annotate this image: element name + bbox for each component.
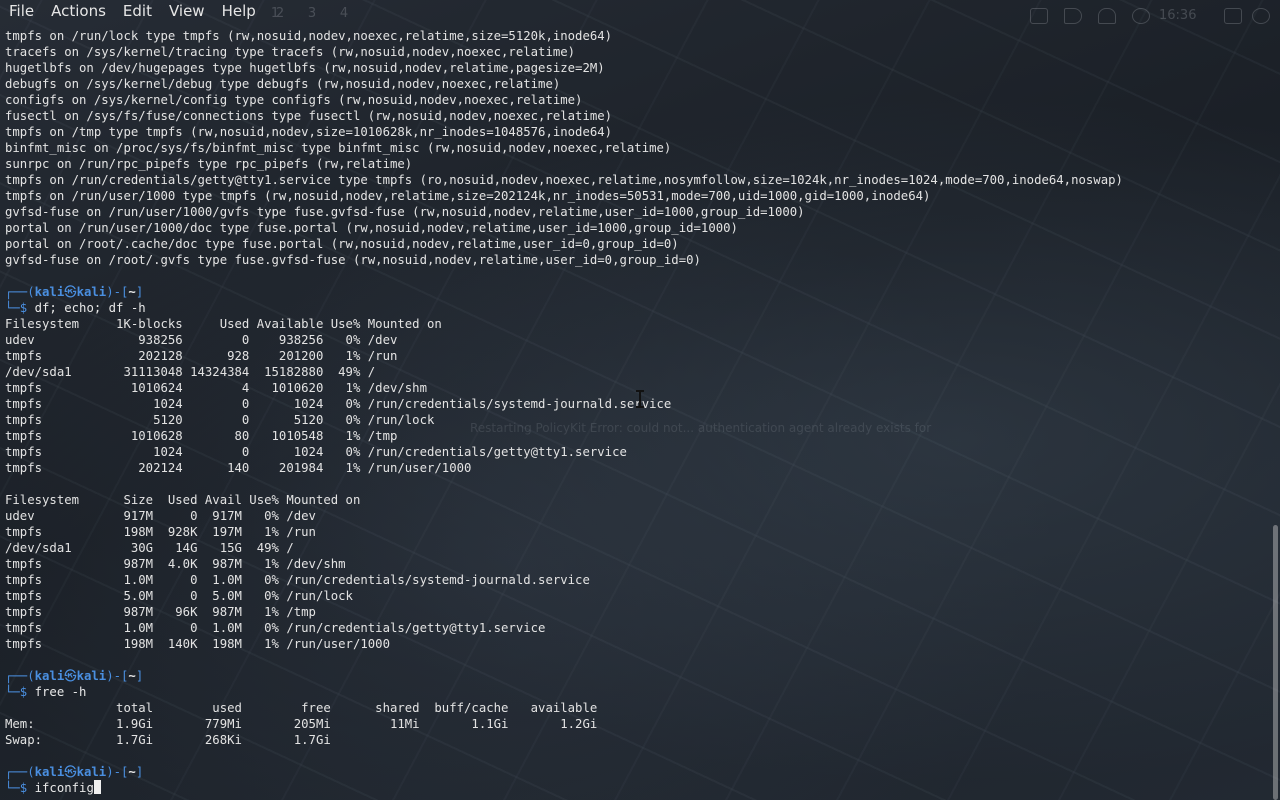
command-text: df; echo; df -h xyxy=(34,301,146,315)
text-cursor xyxy=(93,780,101,794)
df-output-line: tmpfs 198M 928K 197M 1% /run xyxy=(5,525,316,539)
mount-output-line: gvfsd-fuse on /root/.gvfs type fuse.gvfs… xyxy=(5,253,701,267)
prompt-dir: ~ xyxy=(128,285,136,299)
free-output-line: total used free shared buff/cache availa… xyxy=(5,701,598,715)
df-output-line: tmpfs 987M 4.0K 987M 1% /dev/shm xyxy=(5,557,346,571)
df-output-line: tmpfs 202128 928 201200 1% /run xyxy=(5,349,398,363)
prompt-header: ┌──(kali㉿kali)-[~] xyxy=(5,285,144,299)
df-output-line: tmpfs 1024 0 1024 0% /run/credentials/ge… xyxy=(5,445,627,459)
df-output-line: tmpfs 1.0M 0 1.0M 0% /run/credentials/sy… xyxy=(5,573,590,587)
prompt-header: ┌──(kali㉿kali)-[~] xyxy=(5,669,144,683)
prompt-header: ┌──(kali㉿kali)-[~] xyxy=(5,765,144,779)
free-output: total used free shared buff/cache availa… xyxy=(5,700,1268,748)
mount-output-line: tmpfs on /run/lock type tmpfs (rw,nosuid… xyxy=(5,29,613,43)
mount-output-line: hugetlbfs on /dev/hugepages type hugetlb… xyxy=(5,61,605,75)
menu-view[interactable]: View xyxy=(160,0,213,22)
mount-output: tmpfs on /run/lock type tmpfs (rw,nosuid… xyxy=(5,28,1268,268)
df-output-line xyxy=(5,476,1268,492)
df-output: Filesystem 1K-blocks Used Available Use%… xyxy=(5,316,1268,652)
free-output-line: Swap: 1.7Gi 268Ki 1.7Gi xyxy=(5,733,331,747)
df-output-line: tmpfs 5120 0 5120 0% /run/lock xyxy=(5,413,435,427)
menu-help[interactable]: Help xyxy=(213,0,264,22)
prompt-command-line: └─$ free -h xyxy=(5,685,87,699)
mount-output-line: fusectl on /sys/fs/fuse/connections type… xyxy=(5,109,613,123)
df-output-line: Filesystem Size Used Avail Use% Mounted … xyxy=(5,493,361,507)
terminal-scrollbar[interactable] xyxy=(1273,525,1278,800)
prompt-host: kali xyxy=(76,765,107,779)
df-output-line: udev 938256 0 938256 0% /dev xyxy=(5,333,398,347)
prompt-input-line[interactable]: └─$ ifconfig xyxy=(5,780,1268,796)
current-command-input[interactable]: ifconfig xyxy=(35,781,94,795)
mount-output-line: portal on /root/.cache/doc type fuse.por… xyxy=(5,237,679,251)
df-output-line: /dev/sda1 30G 14G 15G 49% / xyxy=(5,541,294,555)
mount-output-line: tmpfs on /tmp type tmpfs (rw,nosuid,node… xyxy=(5,125,613,139)
prompt-user: kali xyxy=(34,669,65,683)
df-output-line: Filesystem 1K-blocks Used Available Use%… xyxy=(5,317,442,331)
terminal-output[interactable]: tmpfs on /run/lock type tmpfs (rw,nosuid… xyxy=(5,28,1268,796)
df-output-line: udev 917M 0 917M 0% /dev xyxy=(5,509,316,523)
df-output-line: tmpfs 198M 140K 198M 1% /run/user/1000 xyxy=(5,637,390,651)
mount-output-line: tmpfs on /run/credentials/getty@tty1.ser… xyxy=(5,173,1123,187)
prompt-dir: ~ xyxy=(128,765,136,779)
df-output-line: tmpfs 202124 140 201984 1% /run/user/100… xyxy=(5,461,472,475)
df-output-line: tmpfs 1.0M 0 1.0M 0% /run/credentials/ge… xyxy=(5,621,546,635)
mount-output-line: portal on /run/user/1000/doc type fuse.p… xyxy=(5,221,738,235)
df-output-line: tmpfs 5.0M 0 5.0M 0% /run/lock xyxy=(5,589,353,603)
menu-file[interactable]: File xyxy=(0,0,42,22)
prompt-command-line: └─$ df; echo; df -h xyxy=(5,301,146,315)
mount-output-line: configfs on /sys/kernel/config type conf… xyxy=(5,93,583,107)
mount-output-line: sunrpc on /run/rpc_pipefs type rpc_pipef… xyxy=(5,157,413,171)
terminal-menubar: File Actions Edit View Help xyxy=(0,0,1280,22)
mount-output-line: gvfsd-fuse on /run/user/1000/gvfs type f… xyxy=(5,205,805,219)
mount-output-line: tracefs on /sys/kernel/tracing type trac… xyxy=(5,45,576,59)
mount-output-line: debugfs on /sys/kernel/debug type debugf… xyxy=(5,77,561,91)
command-text: free -h xyxy=(34,685,87,699)
mouse-ibeam-cursor-icon xyxy=(636,390,644,408)
mount-output-line: binfmt_misc on /proc/sys/fs/binfmt_misc … xyxy=(5,141,672,155)
free-output-line: Mem: 1.9Gi 779Mi 205Mi 11Mi 1.1Gi 1.2Gi xyxy=(5,717,598,731)
menu-actions[interactable]: Actions xyxy=(42,0,114,22)
prompt-host: kali xyxy=(76,285,107,299)
df-output-line: tmpfs 987M 96K 987M 1% /tmp xyxy=(5,605,316,619)
prompt-dir: ~ xyxy=(128,669,136,683)
mount-output-line: tmpfs on /run/user/1000 type tmpfs (rw,n… xyxy=(5,189,931,203)
menu-edit[interactable]: Edit xyxy=(114,0,160,22)
prompt-host: kali xyxy=(76,669,107,683)
df-output-line: tmpfs 1010628 80 1010548 1% /tmp xyxy=(5,429,398,443)
df-output-line: /dev/sda1 31113048 14324384 15182880 49%… xyxy=(5,365,376,379)
prompt-user: kali xyxy=(34,285,65,299)
prompt-user: kali xyxy=(34,765,65,779)
